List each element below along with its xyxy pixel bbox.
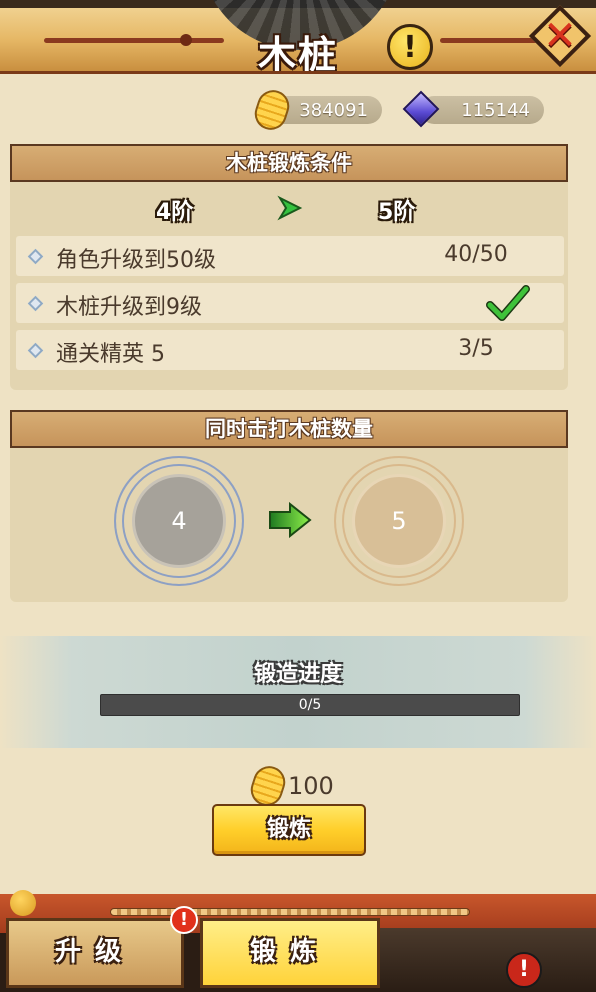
bottom-tab-bar: 升级 ! 锻炼 ! xyxy=(0,890,596,992)
green-right-arrow-icon xyxy=(269,502,312,538)
gold-coin-stack-icon xyxy=(246,762,290,810)
background-scene xyxy=(380,928,596,992)
forge-progress-text: 0/5 xyxy=(298,697,322,713)
condition-row: 木桩升级到9级 xyxy=(16,283,564,323)
checkmark-icon xyxy=(486,285,530,321)
current-count-ring: 4 xyxy=(114,456,244,586)
page-title: 木桩 xyxy=(257,33,338,74)
diamond-bullet-icon xyxy=(27,295,44,312)
forge-progress-title: 锻造进度 xyxy=(253,662,342,687)
gem-amount: 115144 xyxy=(461,99,530,121)
forge-cost-amount: 100 xyxy=(288,772,334,800)
main-panel: 384091 115144 木桩锻炼条件 4阶 5阶 角色升级到50级 40/5… xyxy=(0,74,596,894)
forge-progress-bar: 0/5 xyxy=(100,694,520,716)
condition-label: 通关精英 5 xyxy=(56,342,165,367)
tab-forge[interactable]: 锻炼 xyxy=(200,918,380,988)
condition-progress: 40/50 xyxy=(444,242,508,267)
condition-label: 角色升级到50级 xyxy=(56,248,216,273)
next-count: 5 xyxy=(352,474,446,568)
green-arrow-icon xyxy=(277,195,303,221)
tab-upgrade[interactable]: 升级 xyxy=(6,918,184,988)
current-count: 4 xyxy=(132,474,226,568)
close-button[interactable]: ✕ xyxy=(528,4,592,68)
forge-button[interactable]: 锻炼 xyxy=(212,804,366,856)
conditions-title: 木桩锻炼条件 xyxy=(10,144,568,182)
crossed-swords-close-icon: ✕ xyxy=(543,13,577,59)
from-stage-label: 4阶 xyxy=(156,200,194,225)
condition-progress: 3/5 xyxy=(458,336,494,361)
targets-section: 同时击打木桩数量 4 5 xyxy=(10,410,568,602)
diamond-bullet-icon xyxy=(27,342,44,359)
alert-badge-icon: ! xyxy=(170,906,198,934)
exclamation-info-icon: ! xyxy=(403,29,417,65)
diamond-bullet-icon xyxy=(27,248,44,265)
header-bar: 木桩 ! ✕ xyxy=(0,0,596,74)
condition-row: 角色升级到50级 40/50 xyxy=(16,236,564,276)
alert-badge-icon: ! xyxy=(506,952,542,988)
targets-title: 同时击打木桩数量 xyxy=(10,410,568,448)
condition-row: 通关精英 5 3/5 xyxy=(16,330,564,370)
gold-coin-stack-icon xyxy=(250,86,294,134)
gold-orb-decoration xyxy=(10,890,36,916)
conditions-section: 木桩锻炼条件 4阶 5阶 角色升级到50级 40/50 木桩升级到9级 通关精英… xyxy=(10,144,568,390)
gem-currency-display: 115144 xyxy=(420,96,544,124)
rope-bar-decoration xyxy=(110,908,470,916)
info-button[interactable]: ! xyxy=(387,24,433,70)
next-count-ring: 5 xyxy=(334,456,464,586)
to-stage-label: 5阶 xyxy=(378,200,416,225)
condition-label: 木桩升级到9级 xyxy=(56,295,202,320)
forge-progress-band: 锻造进度 0/5 xyxy=(0,636,596,748)
